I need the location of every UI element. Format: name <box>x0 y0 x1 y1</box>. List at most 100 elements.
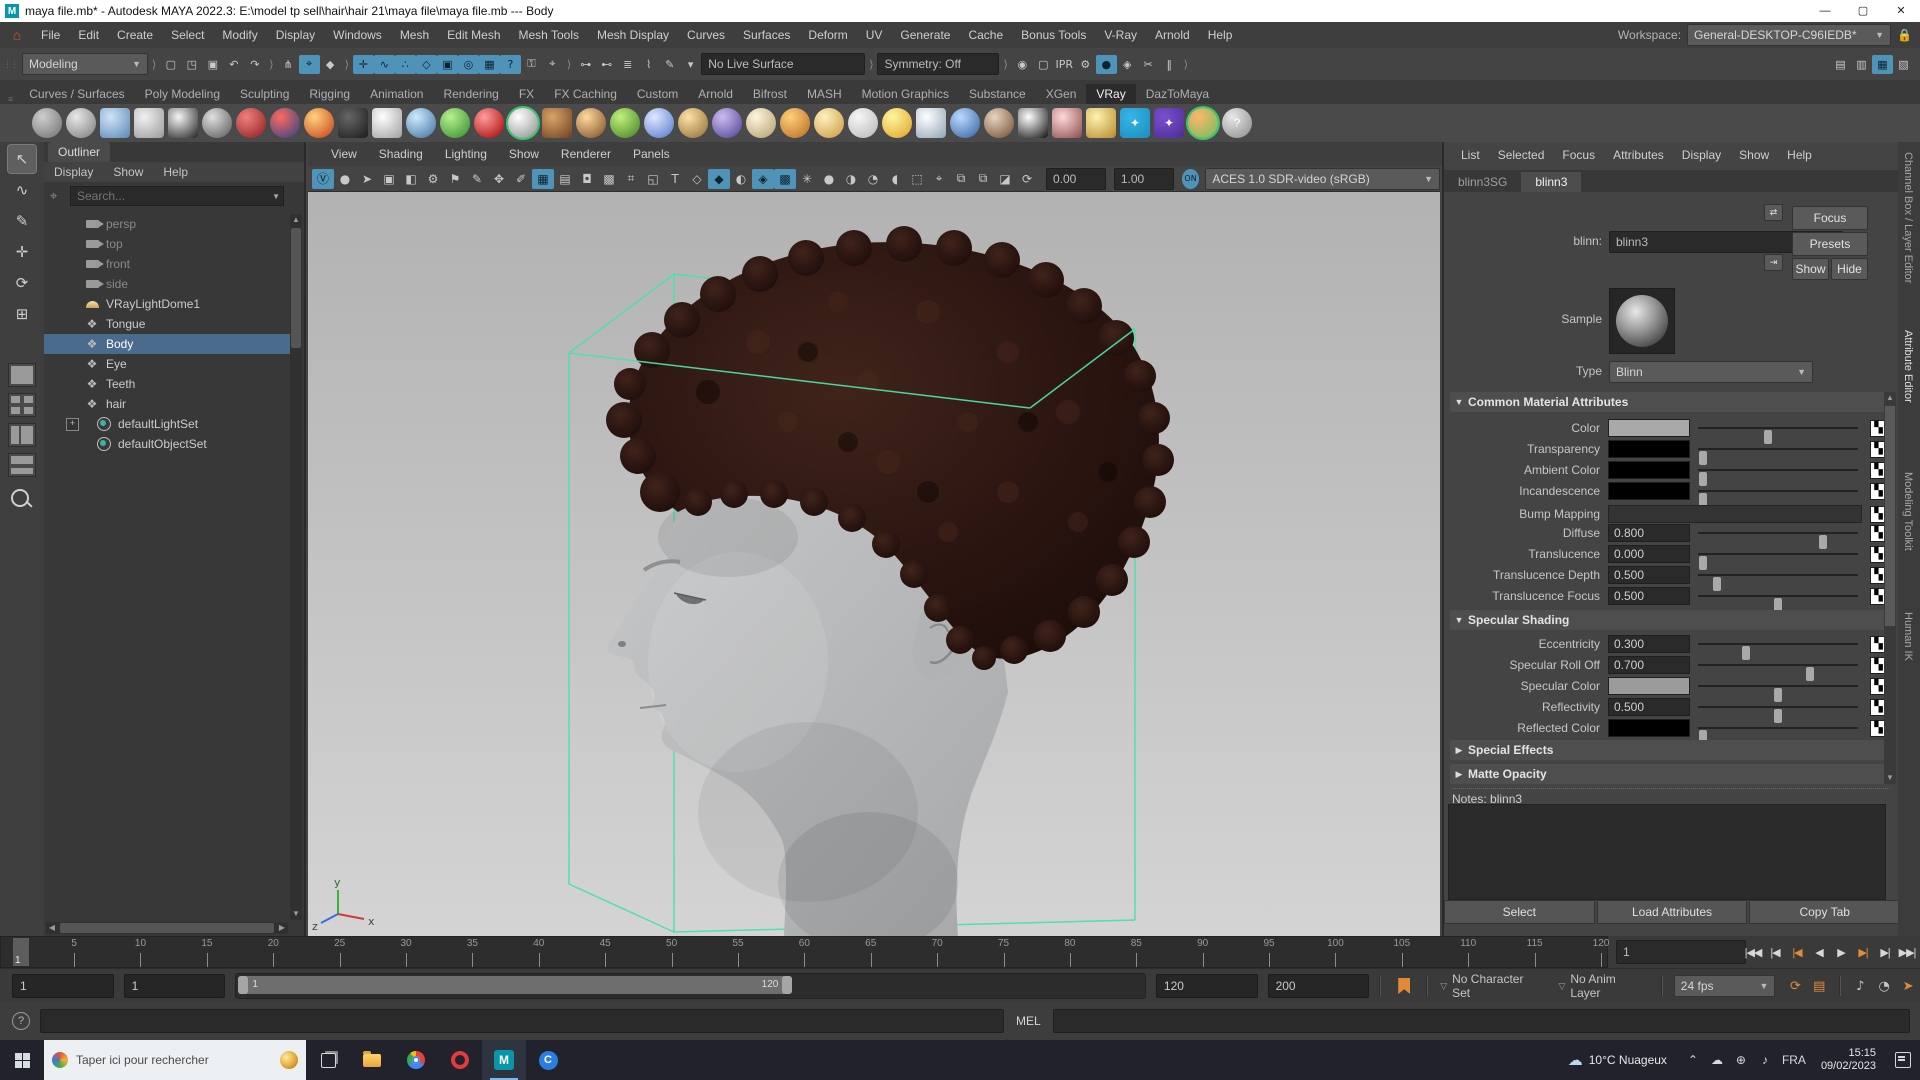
menu-item[interactable]: Arnold <box>1146 28 1199 42</box>
current-frame-field[interactable]: 1 <box>1616 940 1746 964</box>
material-type-dropdown[interactable]: Blinn ▼ <box>1609 361 1813 383</box>
shelf-tab-motion-graphics[interactable]: Motion Graphics <box>852 84 959 104</box>
shelf-tab-mash[interactable]: MASH <box>797 84 852 104</box>
color-swatch[interactable] <box>1608 461 1690 479</box>
isolate-select-icon[interactable]: ⬚ <box>906 169 928 189</box>
lock-icon[interactable]: 🔒 <box>1897 28 1912 42</box>
history-dropdown-icon[interactable]: ▾ <box>680 55 701 74</box>
menu-item[interactable]: Surfaces <box>734 28 799 42</box>
outliner-item-persp[interactable]: persp <box>44 214 290 234</box>
render-frame-icon[interactable]: ▢ <box>1033 55 1054 74</box>
range-start-handle[interactable] <box>238 976 249 994</box>
attribute-value-field[interactable]: 0.500 <box>1608 587 1690 605</box>
move-tool[interactable]: ✛ <box>8 238 36 266</box>
attribute-slider[interactable] <box>1698 727 1858 744</box>
shelf-tab-rendering[interactable]: Rendering <box>433 84 508 104</box>
shelf-icon[interactable] <box>32 108 62 138</box>
attribute-slider[interactable] <box>1698 706 1858 723</box>
menu-item[interactable]: Mesh Display <box>588 28 678 42</box>
file-explorer-icon[interactable] <box>350 1040 394 1080</box>
outliner-hscrollbar[interactable]: ◀ ▶ <box>46 922 288 934</box>
attribute-editor-tab[interactable]: blinn3 <box>1521 172 1582 192</box>
attribute-editor-scrollbar[interactable]: ▲ ▼ <box>1884 392 1896 784</box>
outliner-item-Tongue[interactable]: ❖ Tongue <box>44 314 290 334</box>
toggle-channel-box-icon[interactable]: ▦ <box>1872 54 1893 74</box>
shelf-icon[interactable] <box>1188 108 1218 138</box>
snap-together-icon[interactable]: ▦ <box>478 54 500 74</box>
menu-item[interactable]: Windows <box>324 28 391 42</box>
shelf-tab-animation[interactable]: Animation <box>360 84 433 104</box>
character-set-dropdown-icon[interactable]: ▽ <box>1440 981 1447 992</box>
render-view-icon[interactable]: ◉ <box>1012 55 1033 74</box>
attribute-value-field[interactable]: 0.000 <box>1608 545 1690 563</box>
bookmark-icon[interactable]: ⚑ <box>444 169 466 189</box>
outliner-vscrollbar[interactable]: ▲ ▼ <box>290 214 302 920</box>
color-swatch[interactable] <box>1608 719 1690 737</box>
attribute-slider[interactable] <box>1698 469 1858 486</box>
outliner-item-hair[interactable]: ❖ hair <box>44 394 290 414</box>
layout-single-pane-button[interactable] <box>8 363 36 387</box>
layout-four-pane-button[interactable] <box>8 393 36 417</box>
shelf-icon[interactable] <box>66 108 96 138</box>
hidden-icons-chevron[interactable]: ⌃ <box>1681 1053 1705 1067</box>
toggle-modeling-toolkit-icon[interactable]: ▧ <box>1893 55 1914 74</box>
xray-icon[interactable]: ⌖ <box>928 169 950 189</box>
lasso-select-tool[interactable]: ∿ <box>8 176 36 204</box>
shelf-icon[interactable] <box>1018 108 1048 138</box>
shelf-tab-rigging[interactable]: Rigging <box>299 84 360 104</box>
shelf-tab-fx[interactable]: FX <box>509 84 544 104</box>
volume-icon[interactable]: ♪ <box>1753 1053 1777 1067</box>
attribute-slider[interactable] <box>1698 427 1858 444</box>
dof-icon[interactable]: ◖ <box>884 169 906 189</box>
render-sequence-icon[interactable]: ◈ <box>1117 55 1138 74</box>
color-swatch[interactable] <box>1608 440 1690 458</box>
filter-icon[interactable]: ⌖ <box>50 188 57 204</box>
exposure-icon[interactable]: ◪ <box>994 169 1016 189</box>
attribute-editor-menu-item[interactable]: Focus <box>1553 148 1604 162</box>
undo-icon[interactable]: ↶ <box>223 55 244 74</box>
shelf-icon[interactable]: ✦ <box>1154 108 1184 138</box>
zoom-tool-icon[interactable] <box>9 487 35 513</box>
shelf-tab-bifrost[interactable]: Bifrost <box>743 84 797 104</box>
attribute-value-field[interactable]: 0.800 <box>1608 524 1690 542</box>
ssao-icon[interactable]: ◑ <box>840 169 862 189</box>
chrome-icon[interactable] <box>394 1040 438 1080</box>
live-surface-field[interactable]: No Live Surface <box>701 53 866 75</box>
menu-item[interactable]: Deform <box>799 28 856 42</box>
shelf-icon[interactable] <box>950 108 980 138</box>
clock[interactable]: 15:15 09/02/2023 <box>1821 1047 1876 1073</box>
start-button[interactable] <box>0 1040 44 1080</box>
construction-history-icon[interactable]: ≣ <box>617 55 638 74</box>
volume-icon[interactable]: ♪ <box>1848 975 1872 997</box>
shelf-icon[interactable] <box>100 108 130 138</box>
layout-split-bottom-button[interactable] <box>8 453 36 477</box>
section-matte-opacity[interactable]: ▶ Matte Opacity <box>1450 764 1888 784</box>
play-forwards-button[interactable]: ▶ <box>1830 946 1852 959</box>
shelf-icon[interactable] <box>338 108 368 138</box>
attribute-editor-menu-item[interactable]: Selected <box>1489 148 1554 162</box>
color-swatch[interactable] <box>1608 677 1690 695</box>
show-button[interactable]: Show <box>1792 258 1829 280</box>
attribute-slider[interactable] <box>1698 664 1858 681</box>
shelf-tab-daztomaya[interactable]: DazToMaya <box>1136 84 1219 104</box>
step-back-key-button[interactable]: |◀ <box>1764 946 1786 959</box>
layout-split-left-button[interactable] <box>8 423 36 447</box>
shelf-tab-curves-surfaces[interactable]: Curves / Surfaces <box>19 84 134 104</box>
attribute-slider[interactable] <box>1698 490 1858 507</box>
outliner-item-top[interactable]: top <box>44 234 290 254</box>
pin-tab-icon[interactable]: ⇄ <box>1764 204 1783 221</box>
attribute-value-field[interactable]: 0.500 <box>1608 566 1690 584</box>
notes-textarea[interactable] <box>1448 804 1886 900</box>
shelf-icon[interactable] <box>746 108 776 138</box>
toggle-tool-settings-icon[interactable]: ▤ <box>1830 55 1851 74</box>
outliner-menu-item[interactable]: Show <box>103 162 153 182</box>
shelf-icon[interactable] <box>236 108 266 138</box>
range-slider-track[interactable]: 1 120 <box>235 973 1146 999</box>
outliner-item-defaultObjectSet[interactable]: defaultObjectSet <box>44 434 290 454</box>
maximize-button[interactable]: ▢ <box>1844 0 1882 22</box>
vray-framebuffer-icon[interactable]: ● <box>1095 54 1117 74</box>
time-settings-icon[interactable]: ◔ <box>1872 975 1896 997</box>
attribute-slider[interactable] <box>1698 574 1858 591</box>
attribute-editor-menu-item[interactable]: Display <box>1673 148 1730 162</box>
command-result-field[interactable] <box>1052 1009 1910 1033</box>
